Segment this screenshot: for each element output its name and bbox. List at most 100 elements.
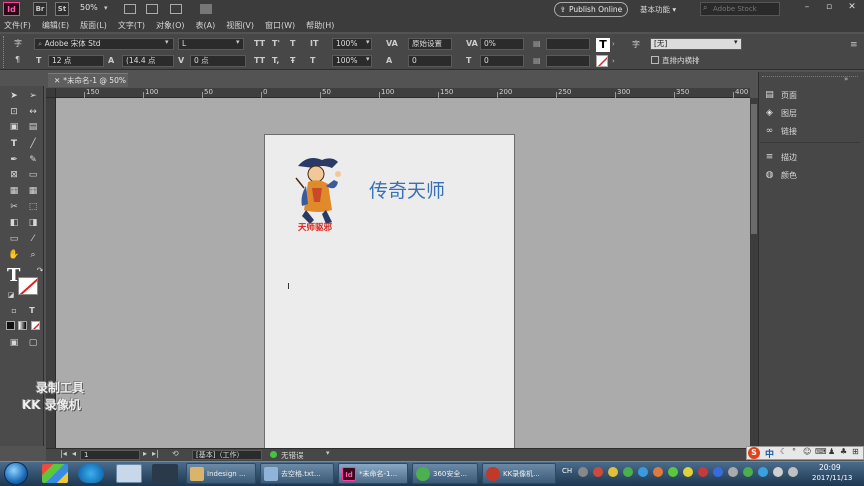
ime-user-icon[interactable]: ♟ bbox=[828, 447, 835, 456]
open-page-icon[interactable]: ⟲ bbox=[172, 449, 179, 458]
arrange-documents-icon[interactable] bbox=[170, 4, 182, 14]
tray-icon[interactable] bbox=[743, 467, 753, 477]
underline-options-select[interactable] bbox=[546, 55, 590, 67]
maximize-icon[interactable]: ▫ bbox=[822, 2, 836, 14]
preflight-status[interactable]: 无错误 bbox=[281, 450, 304, 461]
rectangle-tool-icon[interactable]: ▭ bbox=[27, 170, 39, 180]
page-tool-icon[interactable]: ⊡ bbox=[8, 107, 20, 117]
menu-layout[interactable]: 版面(L) bbox=[80, 20, 107, 31]
panel-menu-icon[interactable]: ≡ bbox=[850, 40, 858, 50]
font-style-select[interactable]: L bbox=[178, 38, 244, 50]
skew-field[interactable]: 0 bbox=[480, 55, 524, 67]
bridge-button[interactable]: Br bbox=[33, 2, 47, 16]
panel-links[interactable]: ∞ 链接 bbox=[764, 126, 797, 137]
view-options-icon[interactable] bbox=[124, 4, 136, 14]
eyedropper-tool-icon[interactable]: ⁄ bbox=[27, 234, 39, 244]
hand-tool-icon[interactable]: ✋ bbox=[8, 250, 20, 260]
collapse-panels-icon[interactable]: » bbox=[844, 75, 848, 83]
preview-mode-icon[interactable]: ▢ bbox=[27, 338, 39, 348]
first-page-icon[interactable]: |◂ bbox=[60, 449, 67, 458]
selection-tool-icon[interactable]: ➤ bbox=[8, 91, 20, 101]
tray-icon[interactable] bbox=[593, 467, 603, 477]
taskbar-item-kk[interactable]: KK录像机... bbox=[482, 463, 556, 484]
formatting-text-icon[interactable]: T bbox=[26, 306, 38, 316]
menu-object[interactable]: 对象(O) bbox=[156, 20, 185, 31]
previous-page-icon[interactable]: ◂ bbox=[72, 449, 76, 458]
chevron-right-icon[interactable]: › bbox=[612, 40, 615, 48]
taskbar-item-360[interactable]: 360安全... bbox=[412, 463, 478, 484]
document-tab[interactable]: ✕ *未命名-1 @ 50% bbox=[48, 73, 128, 87]
menu-table[interactable]: 表(A) bbox=[196, 20, 216, 31]
line-tool-icon[interactable]: ╱ bbox=[27, 139, 39, 149]
superscript-button[interactable]: T' bbox=[272, 39, 280, 48]
panel-layers[interactable]: ◈ 图层 bbox=[764, 108, 797, 119]
taskbar-item-notepad[interactable]: 去空格.txt... bbox=[260, 463, 334, 484]
screen-mode-icon[interactable] bbox=[146, 4, 158, 14]
grid-tool-icon[interactable]: ▦ bbox=[27, 186, 39, 196]
font-family-select[interactable]: ⌕ Adobe 宋体 Std bbox=[34, 38, 174, 50]
stock-search-input[interactable]: Adobe Stock bbox=[700, 2, 780, 16]
tab-close-icon[interactable]: ✕ bbox=[54, 76, 60, 85]
taskbar-item-indesign-folder[interactable]: Indesign ... bbox=[186, 463, 256, 484]
page-number-field[interactable]: 1 bbox=[80, 450, 140, 460]
gradient-swatch-tool-icon[interactable]: ◧ bbox=[8, 218, 20, 228]
normal-view-icon[interactable]: ▣ bbox=[8, 338, 20, 348]
default-colors-icon[interactable]: ◪ bbox=[5, 290, 17, 300]
tray-icon[interactable] bbox=[668, 467, 678, 477]
publish-online-button[interactable]: ⇪ Publish Online bbox=[554, 2, 628, 17]
master-select[interactable]: [基本]（工作） bbox=[192, 450, 262, 460]
tray-icon[interactable] bbox=[623, 467, 633, 477]
kerning-method-select[interactable]: 原始设置 bbox=[408, 38, 452, 50]
language-select[interactable] bbox=[546, 38, 590, 50]
last-page-icon[interactable]: ▸| bbox=[152, 449, 159, 458]
panel-pages[interactable]: ▤ 页面 bbox=[764, 90, 797, 101]
clock-date[interactable]: 2017/11/13 bbox=[812, 474, 852, 482]
tray-icon[interactable] bbox=[578, 467, 588, 477]
chevron-down-icon[interactable]: ▾ bbox=[236, 38, 240, 46]
menu-window[interactable]: 窗口(W) bbox=[265, 20, 295, 31]
direct-selection-tool-icon[interactable]: ➢ bbox=[27, 91, 39, 101]
app-icon[interactable] bbox=[152, 464, 178, 483]
sogou-icon[interactable]: S bbox=[748, 447, 760, 459]
apply-none-icon[interactable] bbox=[31, 321, 40, 330]
apply-color-icon[interactable] bbox=[6, 321, 15, 330]
tracking-field[interactable]: 0% bbox=[480, 38, 524, 50]
note-tool-icon[interactable]: ▭ bbox=[8, 234, 20, 244]
tray-icon[interactable] bbox=[638, 467, 648, 477]
ime-punctuation-icon[interactable]: ° bbox=[792, 447, 796, 456]
paragraph-mode-button[interactable]: ¶ bbox=[15, 55, 20, 64]
formatting-container-icon[interactable]: ▫ bbox=[8, 306, 20, 316]
panel-grip[interactable] bbox=[3, 36, 7, 68]
ime-mode-indicator[interactable]: 中 bbox=[765, 447, 774, 460]
character-mode-button[interactable]: 字 bbox=[14, 38, 22, 49]
ime-keyboard-icon[interactable]: ⌨ bbox=[815, 447, 827, 456]
apply-gradient-icon[interactable] bbox=[18, 321, 27, 330]
stock-button[interactable]: St bbox=[55, 2, 69, 16]
table-tool-icon[interactable]: ▦ bbox=[8, 186, 20, 196]
language-indicator[interactable]: CH bbox=[562, 467, 572, 475]
arrange-icon[interactable] bbox=[200, 4, 212, 14]
ime-moon-icon[interactable]: ☾ bbox=[780, 447, 787, 456]
workspace-switcher[interactable]: 基本功能 ▾ bbox=[640, 4, 676, 15]
chevron-down-icon[interactable]: ▾ bbox=[366, 38, 370, 46]
scissors-tool-icon[interactable]: ✂ bbox=[8, 202, 20, 212]
gradient-feather-tool-icon[interactable]: ◨ bbox=[27, 218, 39, 228]
browser-icon[interactable] bbox=[42, 464, 68, 483]
chevron-down-icon[interactable]: ▾ bbox=[734, 38, 738, 46]
volume-icon[interactable] bbox=[773, 467, 783, 477]
tray-icon[interactable] bbox=[728, 467, 738, 477]
next-page-icon[interactable]: ▸ bbox=[143, 449, 147, 458]
tray-icon[interactable] bbox=[698, 467, 708, 477]
zoom-level[interactable]: 50% bbox=[80, 3, 98, 12]
menu-type[interactable]: 文字(T) bbox=[118, 20, 145, 31]
menu-view[interactable]: 视图(V) bbox=[226, 20, 254, 31]
content-placer-icon[interactable]: ▤ bbox=[27, 122, 39, 132]
tray-icon[interactable] bbox=[713, 467, 723, 477]
chevron-right-icon[interactable]: › bbox=[612, 57, 615, 65]
underline-button[interactable]: T bbox=[290, 39, 295, 48]
minimize-icon[interactable]: – bbox=[800, 2, 814, 14]
chevron-down-icon[interactable]: ▾ bbox=[165, 38, 169, 46]
pen-tool-icon[interactable]: ✒ bbox=[8, 155, 20, 165]
ruler-origin[interactable] bbox=[46, 88, 56, 98]
zoom-tool-icon[interactable]: ⌕ bbox=[27, 250, 39, 260]
